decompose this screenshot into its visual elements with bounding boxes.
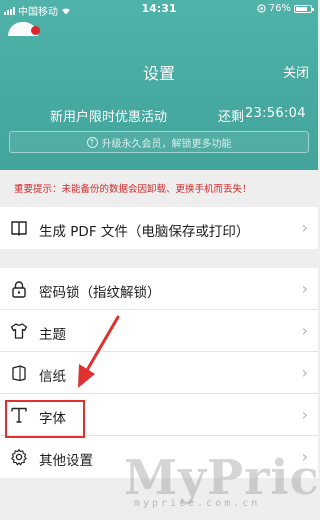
- status-bar: 中国移动 14:31 76%: [0, 0, 318, 18]
- menu-item-password-lock[interactable]: 密码锁（指纹解锁） ›: [0, 268, 318, 310]
- menu-item-label: 密码锁（指纹解锁）: [39, 285, 161, 301]
- watermark-url: myprice.com.cn: [134, 498, 261, 509]
- upgrade-button[interactable]: ↑ 升级永久会员，解锁更多功能: [9, 131, 309, 153]
- lock-icon: [10, 280, 28, 298]
- menu-item-other-settings[interactable]: 其他设置 ›: [0, 436, 318, 478]
- page-title: 设置: [142, 64, 175, 83]
- status-right: 76%: [257, 3, 314, 14]
- avatar[interactable]: [8, 22, 40, 36]
- upgrade-label: 升级永久会员，解锁更多功能: [101, 138, 232, 150]
- annotation-highlight-box: [5, 400, 85, 438]
- gear-icon: [10, 448, 28, 466]
- battery-percent: 76%: [268, 3, 291, 14]
- orientation-lock-icon: [257, 4, 266, 13]
- chevron-right-icon: ›: [301, 447, 308, 466]
- notification-dot: [31, 26, 40, 35]
- menu-item-theme[interactable]: 主题 ›: [0, 310, 318, 352]
- menu-item-generate-pdf[interactable]: 生成 PDF 文件（电脑保存或打印） ›: [0, 207, 318, 249]
- book-icon: [10, 219, 28, 237]
- battery-icon: [294, 4, 314, 13]
- chevron-right-icon: ›: [301, 279, 308, 298]
- countdown-label: 还剩: [218, 110, 245, 125]
- arrow-up-icon: ↑: [86, 136, 98, 148]
- chevron-right-icon: ›: [301, 321, 308, 340]
- menu-item-letter-paper[interactable]: 信纸 ›: [0, 352, 318, 394]
- menu-item-label: 信纸: [39, 369, 66, 385]
- paper-icon: [10, 364, 28, 382]
- close-button[interactable]: 关闭: [283, 62, 309, 81]
- menu-group-export: 生成 PDF 文件（电脑保存或打印） ›: [0, 207, 318, 249]
- menu-item-label: 生成 PDF 文件（电脑保存或打印）: [39, 224, 250, 240]
- countdown-timer: 23:56:04: [245, 106, 306, 121]
- chevron-right-icon: ›: [301, 218, 308, 237]
- menu-item-label: 其他设置: [39, 453, 93, 469]
- menu-item-label: 主题: [39, 327, 66, 343]
- promo-text: 新用户限时优惠活动: [50, 110, 168, 125]
- menu-group-settings: 密码锁（指纹解锁） › 主题 › 信纸 › 字体 › 其他设置 ›: [0, 268, 318, 478]
- battery-level: [296, 6, 307, 11]
- tshirt-icon: [10, 322, 28, 340]
- warning-text: 重要提示：未能备份的数据会因卸载、更换手机而丢失！: [14, 184, 252, 195]
- chevron-right-icon: ›: [301, 363, 308, 382]
- header-background: 中国移动 14:31 76% 设置 关闭 新用户限时优惠活动 还剩 23:56:…: [0, 0, 318, 170]
- chevron-right-icon: ›: [301, 405, 308, 424]
